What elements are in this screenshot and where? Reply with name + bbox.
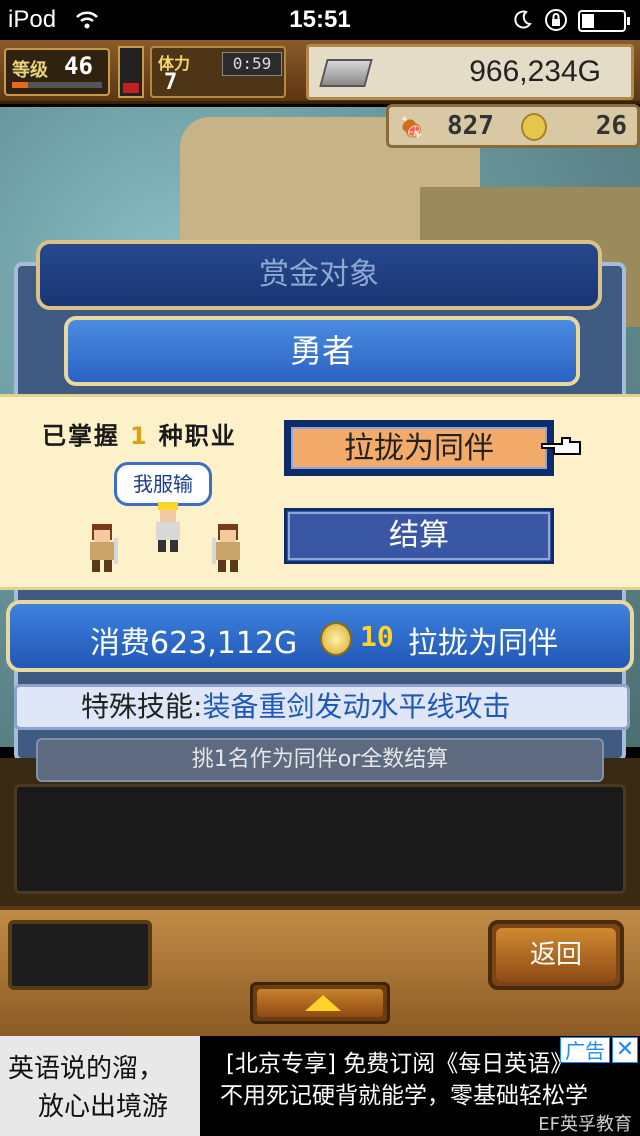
expand-up-button[interactable] — [250, 982, 390, 1024]
bounty-title: 赏金对象 — [36, 240, 602, 310]
learned-suffix: 种职业 — [158, 422, 237, 450]
money-box: 966,234G — [306, 44, 634, 100]
ad-text-line2: 不用死记硬背就能学，零基础轻松学 — [220, 1083, 588, 1109]
silver-ingot-icon — [319, 59, 373, 87]
ad-close-icon[interactable]: ✕ — [612, 1037, 638, 1063]
meat-icon: 🍖 — [399, 115, 424, 139]
empty-slot — [8, 920, 152, 990]
up-arrow-icon — [305, 995, 341, 1011]
money-value: 966,234G — [469, 55, 601, 88]
skill-prefix: 特殊技能: — [81, 690, 203, 723]
pointing-hand-icon — [541, 437, 581, 455]
special-skill-bar: 特殊技能:装备重剑发动水平线攻击 — [14, 684, 630, 730]
ad-tag: 广告 — [560, 1037, 610, 1063]
list-area — [14, 784, 626, 894]
medal-value: 26 — [595, 111, 627, 141]
recruit-button-label: 拉拢为同伴 — [291, 427, 547, 469]
game-hud: 等级 46 体力 7 0:59 966,234G — [0, 40, 640, 104]
adventurer-sprite-left — [90, 524, 118, 572]
cost-action: 拉拢为同伴 — [408, 626, 558, 661]
ad-slogan-line1: 英语说的溜， — [8, 1054, 165, 1084]
settle-button[interactable]: 结算 — [284, 508, 554, 564]
back-button-label: 返回 — [496, 928, 616, 982]
stamina-gauge — [118, 46, 144, 98]
stamina-timer: 0:59 — [222, 52, 282, 76]
ad-banner[interactable]: 英语说的溜， 放心出境游 [北京专享] 免费订阅《每日英语》 不用死记硬背就能学… — [0, 1036, 640, 1136]
stamina-value: 7 — [164, 70, 178, 95]
ad-brand: EF英孚教育 — [538, 1114, 632, 1135]
coin-cost: 10 — [360, 620, 394, 653]
food-value: 827 — [447, 111, 494, 141]
learned-count: 1 — [130, 422, 149, 450]
ad-slogan-line2: 放心出境游 — [38, 1092, 169, 1122]
resource-bar: 🍖 827 26 — [386, 104, 640, 148]
status-bar: iPod 15:51 — [0, 0, 640, 40]
hero-king-sprite — [156, 502, 180, 552]
level-label: 等级 — [12, 60, 48, 81]
moon-icon — [514, 10, 532, 29]
recruit-cost-bar[interactable]: 消费623,112G 10 拉拢为同伴 — [6, 600, 634, 672]
orientation-lock-icon — [545, 9, 567, 31]
skill-name: 装备重剑发动水平线攻击 — [202, 690, 511, 723]
stamina-box: 体力 7 0:59 — [150, 46, 286, 98]
level-box: 等级 46 — [4, 48, 110, 96]
level-value: 46 — [64, 52, 93, 80]
cost-text: 消费623,112G — [90, 626, 298, 661]
adventurer-sprite-right — [212, 524, 240, 572]
gold-coin-icon — [320, 622, 352, 656]
medal-coin-icon — [521, 113, 547, 141]
back-button[interactable]: 返回 — [488, 920, 624, 990]
ad-text-line1: [北京专享] 免费订阅《每日英语》 — [226, 1051, 574, 1077]
battery-icon — [578, 10, 630, 32]
hint-bar: 挑1名作为同伴or全数结算 — [36, 738, 604, 782]
recruit-button[interactable]: 拉拢为同伴 — [284, 420, 554, 476]
tab-hero[interactable]: 勇者 — [64, 316, 580, 386]
exp-bar — [12, 82, 102, 88]
learned-jobs: 已掌握 1 种职业 — [42, 416, 237, 451]
learned-prefix: 已掌握 — [42, 422, 120, 450]
